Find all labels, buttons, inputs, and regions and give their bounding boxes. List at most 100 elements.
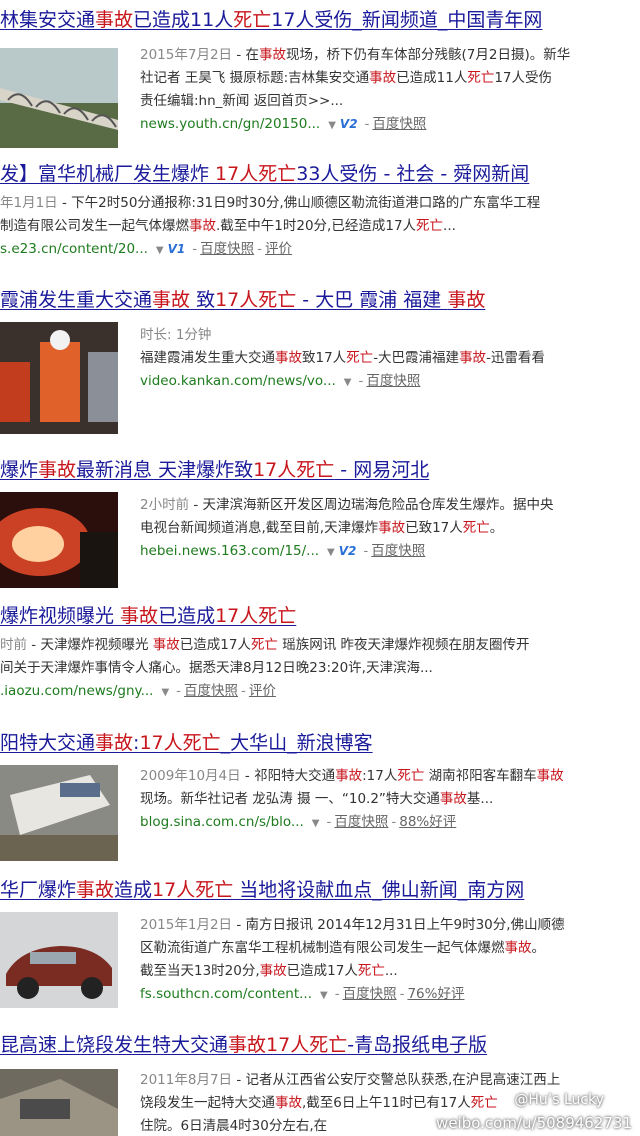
title-keyword-highlight: 事故	[95, 9, 134, 31]
cache-link[interactable]: 百度快照	[334, 814, 388, 830]
snippet-text: 瑶族网讯 昨夜天津爆炸视频在朋友圈传开	[277, 637, 530, 653]
result-title-link[interactable]: 爆炸事故最新消息 天津爆炸致17人死亡 - 网易河北	[0, 458, 429, 482]
title-keyword-highlight: 事故	[120, 605, 159, 627]
result-url-row: blog.sina.com.cn/s/blo... ▼ - 百度快照 -88%好评	[140, 811, 640, 834]
result-title-link[interactable]: 昆高速上饶段发生特大交通事故17人死亡-青岛报纸电子版	[0, 1033, 487, 1057]
result-snippet: 2小时前 - 天津滨海新区开发区周边瑞海危险品仓库发生爆炸。据中央 电视台新闻频道…	[140, 494, 640, 563]
snippet-text: -大巴霞浦福建	[373, 350, 460, 366]
snippet-keyword-highlight: 死亡	[462, 520, 490, 536]
title-keyword-highlight: 17人死亡	[215, 605, 297, 627]
snippet-text: :17人	[362, 768, 398, 784]
snippet-text: -迅雷看看	[486, 350, 545, 366]
snippet-text: 区勒流街道广东富华工程机械制造有限公司发生一起气体爆燃	[140, 940, 505, 956]
snippet-date: 2小时前	[140, 497, 190, 513]
snippet-keyword-highlight: 死亡	[467, 70, 495, 86]
snippet-keyword-highlight: 事故	[152, 637, 180, 653]
cache-link[interactable]: 百度快照	[343, 986, 397, 1002]
result-title-link[interactable]: 林集安交通事故已造成11人死亡17人受伤_新闻频道_中国青年网	[0, 8, 542, 32]
result-url[interactable]: s.e23.cn/content/20...	[0, 241, 148, 257]
title-keyword-highlight: 事故	[152, 289, 191, 311]
title-keyword-highlight: 事故	[447, 289, 486, 311]
cache-link[interactable]: 百度快照	[184, 683, 238, 699]
result-url[interactable]: video.kankan.com/news/vo...	[140, 373, 336, 389]
snippet-keyword-highlight: 事故	[439, 791, 467, 807]
watermark-handle: @Hu’s Lucky	[514, 1092, 604, 1108]
snippet-date: 2009年10月4日	[140, 768, 241, 784]
chevron-down-icon[interactable]: ▼	[327, 547, 335, 558]
result-title-link[interactable]: 发】富华机械厂发生爆炸 17人死亡33人受伤 - 社会 - 舜网新闻	[0, 162, 529, 186]
snippet-keyword-highlight: 死亡	[397, 768, 425, 784]
title-keyword-highlight: 事故	[228, 1034, 267, 1056]
result-thumbnail[interactable]	[0, 1069, 118, 1136]
title-keyword-highlight: 17人死亡	[152, 879, 234, 901]
title-text: 17人受伤_新闻频道_中国青年网	[271, 9, 543, 31]
separator: -	[241, 683, 246, 699]
snippet-date: 年1月1日	[0, 195, 58, 211]
result-url[interactable]: blog.sina.com.cn/s/blo...	[140, 814, 304, 830]
result-url[interactable]: .iaozu.com/news/gny...	[0, 683, 153, 699]
snippet-line: 间关于天津爆炸事情令人痛心。据悉天津8月12日晚23:20许,天津滨海...	[0, 657, 640, 680]
result-title-link[interactable]: 华厂爆炸事故造成17人死亡 当地将设献血点_佛山新闻_南方网	[0, 878, 524, 902]
separator: -	[364, 116, 370, 132]
cache-link[interactable]: 百度快照	[200, 241, 254, 257]
result-title-link[interactable]: 阳特大交通事故:17人死亡_大华山_新浪博客	[0, 731, 373, 755]
chevron-down-icon[interactable]: ▼	[344, 377, 352, 388]
chevron-down-icon[interactable]: ▼	[328, 120, 336, 131]
result-thumbnail[interactable]	[0, 48, 118, 148]
title-text: 爆炸	[0, 459, 39, 481]
snippet-text: ,截至6日上午11时已有17人	[302, 1095, 471, 1111]
snippet-line: 时长: 1分钟	[140, 324, 640, 347]
rating-link[interactable]: 评价	[265, 241, 292, 257]
snippet-line: 2009年10月4日 - 祁阳特大交通事故:17人死亡 湖南祁阳客车翻车事故	[140, 765, 640, 788]
separator: -	[334, 986, 340, 1002]
result-url[interactable]: news.youth.cn/gn/20150...	[140, 116, 320, 132]
snippet-date: 2011年8月7日	[140, 1072, 233, 1088]
title-text: - 大巴 霞浦 福建	[296, 289, 448, 311]
verified-badge-icon[interactable]: V2	[340, 117, 358, 131]
result-title-link[interactable]: 爆炸视频曝光 事故已造成17人死亡	[0, 604, 296, 628]
result-thumbnail[interactable]	[0, 912, 118, 1008]
verified-badge-icon[interactable]: V1	[168, 242, 186, 256]
snippet-line: 时前 - 天津爆炸视频曝光 事故已造成17人死亡 瑶族网讯 昨夜天津爆炸视频在朋…	[0, 634, 640, 657]
separator: -	[399, 986, 405, 1002]
title-text: _大华山_新浪博客	[220, 732, 373, 754]
snippet-text: ...	[443, 218, 456, 234]
cache-link[interactable]: 百度快照	[372, 116, 426, 132]
result-url[interactable]: hebei.news.163.com/15/...	[140, 543, 319, 559]
snippet-keyword-highlight: 事故	[504, 940, 532, 956]
snippet-date: 时长: 1分钟	[140, 327, 212, 343]
rating-link[interactable]: 76%好评	[407, 986, 464, 1002]
snippet-text: 已致17人	[405, 520, 463, 536]
result-thumbnail[interactable]	[0, 492, 118, 588]
snippet-text: 住院。6日清晨4时30分左右,在	[140, 1118, 328, 1134]
cache-link[interactable]: 百度快照	[366, 373, 420, 389]
result-title-link[interactable]: 霞浦发生重大交通事故 致17人死亡 - 大巴 霞浦 福建 事故	[0, 288, 485, 312]
snippet-text: - 记者从江西省公安厅交警总队获悉,在沪昆高速江西上	[232, 1072, 561, 1088]
title-keyword-highlight: 17人死亡	[139, 732, 221, 754]
result-url-row: hebei.news.163.com/15/... ▼ V2- 百度快照	[140, 540, 640, 563]
snippet-keyword-highlight: 事故	[378, 520, 406, 536]
snippet-line: 截至当天13时20分,事故已造成17人死亡...	[140, 960, 640, 983]
verified-badge-icon[interactable]: V2	[339, 544, 357, 558]
chevron-down-icon[interactable]: ▼	[320, 990, 328, 1001]
title-text: - 网易河北	[334, 459, 430, 481]
rating-link[interactable]: 评价	[249, 683, 276, 699]
title-text: 霞浦发生重大交通	[0, 289, 153, 311]
result-thumbnail[interactable]	[0, 765, 118, 861]
result-url-row: news.youth.cn/gn/20150... ▼ V2- 百度快照	[140, 113, 640, 136]
snippet-text: 饶段发生一起特大交通	[140, 1095, 275, 1111]
title-keyword-highlight: 17人死亡	[253, 459, 335, 481]
chevron-down-icon[interactable]: ▼	[312, 818, 320, 829]
result-url[interactable]: fs.southcn.com/content...	[140, 986, 312, 1002]
title-text: 致	[190, 289, 216, 311]
snippet-line: 福建霞浦发生重大交通事故致17人死亡-大巴霞浦福建事故-迅雷看看	[140, 347, 640, 370]
rating-link[interactable]: 88%好评	[399, 814, 456, 830]
result-snippet: 时长: 1分钟福建霞浦发生重大交通事故致17人死亡-大巴霞浦福建事故-迅雷看看 v…	[140, 324, 640, 393]
cache-link[interactable]: 百度快照	[371, 543, 425, 559]
title-text: 华厂爆炸	[0, 879, 77, 901]
snippet-text: 已造成17人	[286, 963, 358, 979]
chevron-down-icon[interactable]: ▼	[161, 687, 169, 698]
chevron-down-icon[interactable]: ▼	[156, 245, 164, 256]
separator: -	[257, 241, 263, 257]
result-thumbnail[interactable]	[0, 322, 118, 434]
